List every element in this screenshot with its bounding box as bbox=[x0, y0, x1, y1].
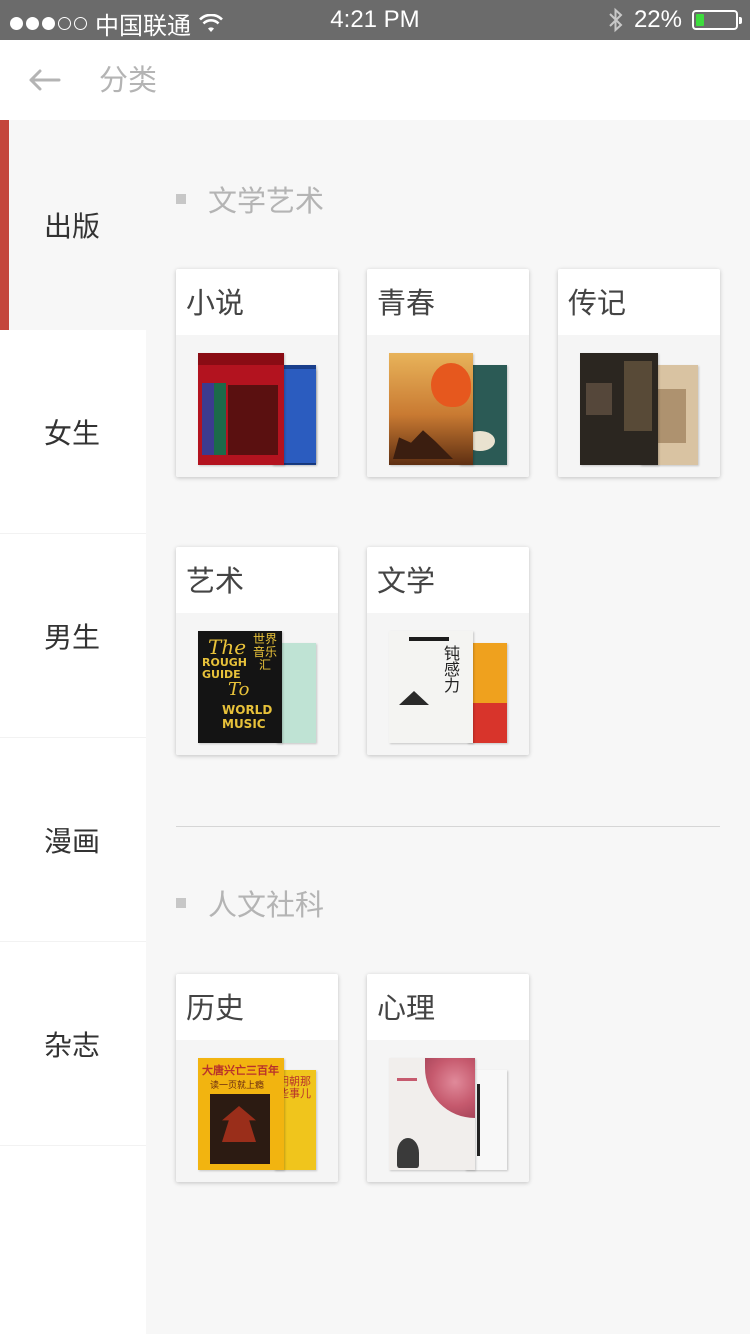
sidebar-item-female[interactable]: 女生 bbox=[0, 330, 146, 534]
category-card-youth[interactable]: 青春 bbox=[367, 269, 529, 477]
category-card-history[interactable]: 历史 明朝那些事儿 大唐兴亡三百年 读一页就上瘾 bbox=[176, 974, 338, 1182]
status-bar: 中国联通 4:21 PM 22% bbox=[0, 0, 750, 40]
sidebar-item-magazines[interactable]: 杂志 bbox=[0, 942, 146, 1146]
section-title-literature-art: 文学艺术 bbox=[176, 178, 324, 220]
cover-collage bbox=[176, 335, 338, 477]
card-label: 历史 bbox=[186, 991, 245, 1025]
section-label: 文学艺术 bbox=[208, 184, 325, 218]
sidebar-item-label: 漫画 bbox=[43, 824, 100, 858]
sidebar-item-label: 女生 bbox=[43, 416, 100, 450]
cover-title: 钝感力 bbox=[441, 645, 460, 693]
bluetooth-icon bbox=[609, 7, 623, 33]
card-label: 心理 bbox=[377, 991, 436, 1025]
cover-collage bbox=[367, 335, 529, 477]
back-button[interactable] bbox=[22, 60, 66, 100]
card-label: 青春 bbox=[377, 286, 436, 320]
battery-icon bbox=[692, 10, 742, 30]
book-cover: 大唐兴亡三百年 读一页就上瘾 bbox=[198, 1058, 284, 1170]
category-card-art[interactable]: 艺术 世界音乐汇 The ROUGH GUIDE To WORLD MUSIC bbox=[176, 547, 338, 755]
cover-collage bbox=[367, 1040, 529, 1182]
sidebar-item-comics[interactable]: 漫画 bbox=[0, 738, 146, 942]
cover-subtitle: 读一页就上瘾 bbox=[210, 1081, 265, 1091]
section-label: 人文社科 bbox=[208, 888, 325, 922]
book-cover bbox=[467, 643, 507, 743]
category-content: 文学艺术 小说 青春 传记 艺术 世界音乐汇 The ROUGH GUIDE T… bbox=[146, 120, 750, 1334]
section-divider bbox=[176, 826, 720, 827]
book-cover: 世界音乐汇 The ROUGH GUIDE To WORLD MUSIC bbox=[198, 631, 282, 743]
card-label: 小说 bbox=[186, 286, 245, 320]
section-bullet bbox=[176, 898, 186, 908]
book-cover bbox=[389, 1058, 475, 1170]
category-card-literature[interactable]: 文学 钝感力 bbox=[367, 547, 529, 755]
category-sidebar: 出版 女生 男生 漫画 杂志 bbox=[0, 120, 146, 1334]
page-title: 分类 bbox=[99, 63, 158, 97]
sidebar-item-label: 出版 bbox=[43, 210, 100, 243]
book-cover bbox=[580, 353, 658, 465]
nav-bar: 分类 bbox=[0, 40, 750, 120]
back-arrow-icon bbox=[29, 69, 61, 91]
cover-collage: 世界音乐汇 The ROUGH GUIDE To WORLD MUSIC bbox=[176, 613, 338, 755]
sidebar-item-publishing[interactable]: 出版 bbox=[0, 120, 146, 330]
category-card-novel[interactable]: 小说 bbox=[176, 269, 338, 477]
section-bullet bbox=[176, 194, 186, 204]
cover-title-world-music: WORLD MUSIC bbox=[222, 703, 273, 731]
book-cover bbox=[280, 369, 316, 463]
cover-title-rough-guide: ROUGH GUIDE bbox=[202, 656, 247, 681]
category-card-biography[interactable]: 传记 bbox=[558, 269, 720, 477]
battery-percent: 22% bbox=[633, 6, 682, 33]
cover-title-to: To bbox=[228, 679, 250, 700]
card-label: 艺术 bbox=[186, 564, 245, 598]
cover-title: 大唐兴亡三百年 bbox=[202, 1064, 279, 1077]
cover-collage: 钝感力 bbox=[367, 613, 529, 755]
book-cover bbox=[198, 353, 284, 465]
book-cover bbox=[276, 643, 316, 743]
card-label: 传记 bbox=[568, 286, 627, 320]
status-right: 22% bbox=[608, 6, 742, 34]
sidebar-item-label: 男生 bbox=[43, 620, 100, 654]
sidebar-item-label: 杂志 bbox=[43, 1028, 100, 1062]
book-cover bbox=[389, 353, 473, 465]
category-card-psychology[interactable]: 心理 bbox=[367, 974, 529, 1182]
book-cover: 钝感力 bbox=[389, 631, 473, 743]
card-label: 文学 bbox=[377, 564, 436, 598]
cover-collage: 明朝那些事儿 大唐兴亡三百年 读一页就上瘾 bbox=[176, 1040, 338, 1182]
cover-collage bbox=[558, 335, 720, 477]
sidebar-item-male[interactable]: 男生 bbox=[0, 534, 146, 738]
section-title-humanities: 人文社科 bbox=[176, 882, 324, 924]
